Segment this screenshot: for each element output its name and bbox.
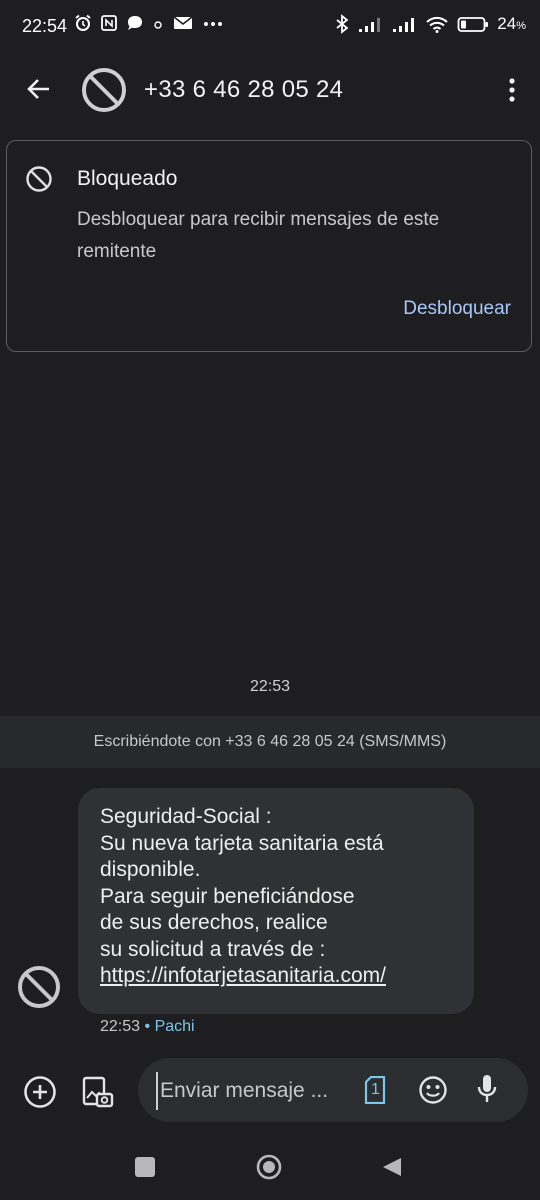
sender-avatar[interactable] [16,964,62,1010]
alarm-icon [75,14,91,31]
more-dots-icon [204,22,222,26]
message-line: Su nueva tarjeta sanitaria está [100,831,384,855]
more-options-button[interactable] [502,72,522,108]
sim-selector-button[interactable]: 1 [364,1075,386,1105]
message-separator: • [144,1018,151,1035]
signal-icon [359,18,381,32]
more-vert-icon [509,78,515,102]
battery-icon [457,17,489,32]
signal-icon [393,18,415,32]
contact-avatar[interactable] [80,66,128,114]
sim-badge: 1 [371,1081,380,1098]
sending-info-banner: Escribiéndote con +33 6 46 28 05 24 (SMS… [0,716,540,768]
nav-home-button[interactable] [256,1154,282,1180]
blocked-icon [25,165,53,193]
blocked-description: Desbloquear para recibir mensajes de est… [77,209,440,262]
nav-back-button[interactable] [381,1156,403,1178]
blocked-icon [18,966,60,1008]
emoji-icon [419,1076,447,1104]
bluetooth-icon [336,14,349,34]
voice-input-button[interactable] [476,1073,498,1105]
add-circle-icon [24,1076,56,1108]
arrow-back-icon [27,79,49,99]
message-line: de sus derechos, realice [100,911,328,934]
wifi-icon [426,16,448,33]
chat-bubble-icon [128,16,142,30]
message-line: su solicitud a través de : [100,937,326,961]
message-line: Seguridad-Social : [100,805,272,828]
triangle-back-icon [383,1158,401,1176]
message-sim-label: Pachi [154,1018,195,1035]
message-composer: 1 [138,1058,528,1122]
emoji-button[interactable] [418,1075,448,1105]
conversation-timestamp: 22:53 [249,678,291,695]
add-attachment-button[interactable] [22,1074,58,1110]
back-button[interactable] [22,72,56,106]
battery-percent: 24% [497,14,526,33]
gallery-icon [82,1076,114,1108]
status-notification-icons [74,14,224,32]
sending-info-text: Escribiéndote con +33 6 46 28 05 24 (SMS… [93,733,447,750]
nfc-icon [101,15,117,31]
home-circle-icon [256,1154,282,1180]
gallery-button[interactable] [80,1074,116,1110]
message-bubble[interactable]: Seguridad-Social : Su nueva tarjeta sani… [78,788,474,1014]
status-system-icons: 24% [335,14,526,34]
unblock-button[interactable]: Desbloquear [403,298,511,320]
dot-icon [154,21,162,29]
message-time: 22:53 [100,1018,141,1035]
blocked-title: Bloqueado [77,167,178,190]
blocked-banner: Bloqueado Desbloquear para recibir mensa… [6,140,532,352]
blocked-icon [82,68,126,112]
contact-number-title[interactable]: +33 6 46 28 05 24 [144,76,343,104]
mail-icon [173,16,193,29]
message-meta: 22:53 • Pachi [100,1018,195,1036]
message-line: disponible. [100,858,201,881]
message-link[interactable]: https://infotarjetasanitaria.com/ [100,963,454,990]
message-line: Para seguir beneficiándose [100,884,355,908]
message-input[interactable] [156,1072,352,1110]
status-time: 22:54 [22,16,68,36]
mic-icon [477,1075,497,1102]
nav-recents-button[interactable] [135,1157,155,1177]
